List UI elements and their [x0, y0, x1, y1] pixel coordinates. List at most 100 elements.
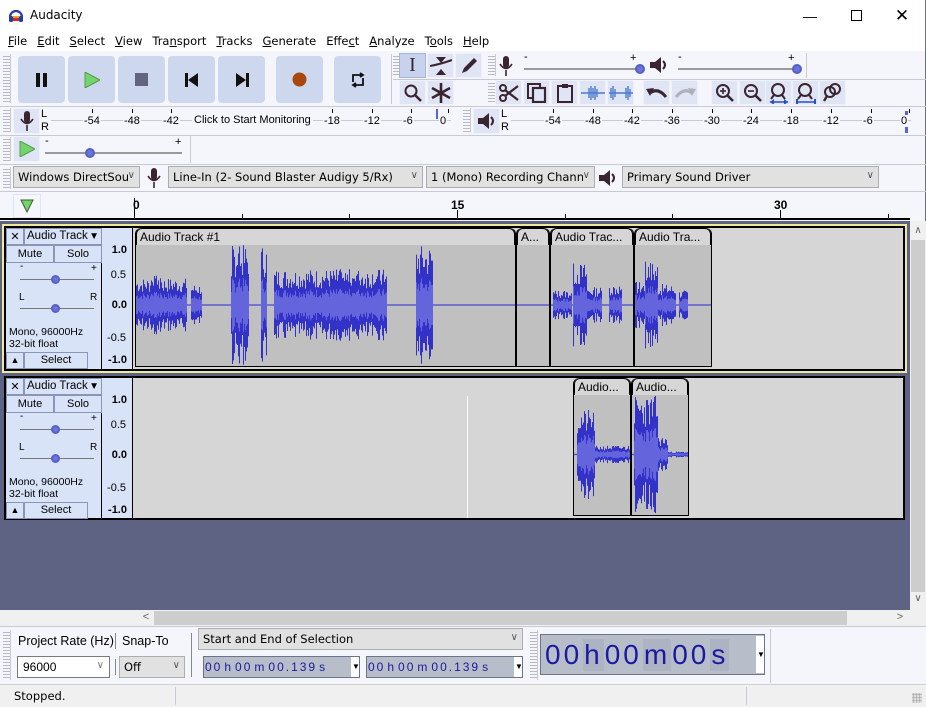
scroll-up-arrow[interactable]: ∧	[910, 225, 926, 239]
stop-button[interactable]	[118, 56, 165, 103]
slider-thumb[interactable]	[792, 64, 802, 74]
pause-button[interactable]	[18, 56, 65, 103]
loop-button[interactable]	[334, 56, 381, 103]
slider-thumb[interactable]	[51, 304, 60, 313]
skip-to-end-button[interactable]	[218, 56, 265, 103]
silence-audio-button[interactable]	[607, 80, 634, 105]
play-button[interactable]	[68, 56, 115, 103]
zoom-tool-button[interactable]	[399, 80, 426, 105]
menu-help[interactable]: Help	[458, 34, 494, 48]
mute-button[interactable]: Mute	[6, 245, 54, 263]
clip-title-bar[interactable]: Audio Track #1	[136, 228, 515, 245]
mixer-toolbar-grip[interactable]	[488, 54, 496, 76]
trim-audio-button[interactable]	[579, 80, 606, 105]
recording-channels-select[interactable]: 1 (Mono) Recording Chann ∨	[426, 166, 595, 188]
zoom-toggle-button[interactable]	[819, 80, 846, 105]
gain-slider[interactable]: - +	[18, 411, 98, 435]
collapse-track-button[interactable]: ▲	[6, 352, 24, 369]
audio-track[interactable]: ✕ Audio Track ▼ Mute Solo - + L R Mono, 9…	[4, 376, 905, 520]
select-track-button[interactable]: Select	[24, 502, 88, 519]
selection-mode-select[interactable]: Start and End of Selection ∨	[198, 628, 523, 650]
mute-button[interactable]: Mute	[6, 395, 54, 413]
undo-button[interactable]	[643, 80, 670, 105]
device-toolbar-grip[interactable]	[3, 167, 11, 189]
audio-clip[interactable]: Audio...	[631, 378, 689, 516]
slider-thumb[interactable]	[635, 64, 645, 74]
selection-start-time[interactable]: 00 h 00 m 00.139 s ▼	[203, 656, 360, 678]
vertical-scrollbar[interactable]: ∧ ∨	[910, 221, 926, 610]
clip-waveform[interactable]	[136, 245, 515, 365]
clip-title-bar[interactable]: Audio...	[632, 378, 688, 395]
menu-file[interactable]: File	[3, 34, 32, 48]
close-button[interactable]: ✕	[879, 0, 925, 31]
slider-thumb[interactable]	[51, 275, 60, 284]
menu-transport[interactable]: Transport	[147, 34, 211, 48]
menu-select[interactable]: Select	[65, 34, 111, 48]
envelope-tool-button[interactable]	[427, 53, 454, 78]
zoom-out-button[interactable]	[739, 80, 766, 105]
pan-slider[interactable]: L R	[18, 292, 98, 314]
transport-toolbar-grip[interactable]	[3, 54, 11, 103]
clip-title-bar[interactable]: Audio Tra...	[635, 228, 711, 245]
clip-title-bar[interactable]: Audio...	[574, 378, 630, 395]
draw-tool-button[interactable]	[455, 53, 482, 78]
track-close-button[interactable]: ✕	[6, 228, 24, 245]
paste-button[interactable]	[551, 80, 578, 105]
skip-to-start-button[interactable]	[168, 56, 215, 103]
snap-to-select[interactable]: Off ∨	[119, 656, 185, 678]
horizontal-scrollbar[interactable]: < >	[0, 610, 926, 626]
selection-tool-button[interactable]: I	[399, 53, 426, 78]
project-rate-select[interactable]: 96000 ∨	[17, 656, 110, 678]
record-meter-grip[interactable]	[3, 108, 11, 132]
play-at-speed-grip[interactable]	[3, 137, 11, 161]
audio-clip[interactable]: Audio Tra...	[634, 228, 712, 367]
audio-clip[interactable]: Audio...	[573, 378, 631, 516]
audio-host-select[interactable]: Windows DirectSou ∨	[13, 166, 140, 188]
scroll-left-arrow[interactable]: <	[139, 611, 153, 625]
record-volume-slider[interactable]: - +	[522, 51, 646, 76]
menu-tracks[interactable]: Tracks	[211, 34, 257, 48]
pin-playhead-button[interactable]	[13, 194, 41, 218]
select-track-button[interactable]: Select	[24, 352, 88, 369]
gain-slider[interactable]: - +	[18, 261, 98, 285]
redo-button[interactable]	[671, 80, 698, 105]
fit-project-button[interactable]	[792, 80, 819, 105]
clip-waveform[interactable]	[517, 245, 549, 365]
selection-end-time[interactable]: 00 h 00 m 00.139 s ▼	[366, 656, 523, 678]
format-dropdown-icon[interactable]: ▼	[756, 636, 765, 673]
maximize-button[interactable]	[833, 0, 879, 31]
menu-analyze[interactable]: Analyze	[364, 34, 419, 48]
menu-effect[interactable]: Effect	[321, 34, 364, 48]
recording-device-select[interactable]: Line-In (2- Sound Blaster Audigy 5/Rx) ∨	[168, 166, 423, 188]
playback-meter-grip[interactable]	[463, 108, 471, 132]
start-monitoring-prompt[interactable]: Click to Start Monitoring	[192, 114, 313, 126]
format-dropdown-icon[interactable]: ▼	[351, 657, 360, 677]
fit-selection-button[interactable]	[765, 80, 792, 105]
menu-generate[interactable]: Generate	[257, 34, 321, 48]
resize-grip-icon[interactable]	[912, 693, 922, 703]
cut-button[interactable]	[495, 80, 522, 105]
record-button[interactable]	[276, 56, 323, 103]
solo-button[interactable]: Solo	[54, 395, 102, 413]
zoom-in-button[interactable]	[711, 80, 738, 105]
vertical-scroll-thumb[interactable]	[911, 240, 925, 592]
audio-position-display[interactable]: 00 h 00 m 00 s ▼	[540, 634, 765, 675]
play-at-speed-button[interactable]	[13, 136, 40, 162]
track-menu-button[interactable]: Audio Track ▼	[24, 228, 102, 245]
menu-tools[interactable]: Tools	[420, 34, 458, 48]
multi-tool-button[interactable]	[427, 80, 454, 105]
minimize-button[interactable]: —	[787, 0, 833, 31]
clip-waveform[interactable]	[551, 245, 633, 365]
playback-device-select[interactable]: Primary Sound Driver ∨	[622, 166, 879, 188]
slider-thumb[interactable]	[51, 425, 60, 434]
record-meter-button[interactable]	[13, 108, 40, 134]
scroll-down-arrow[interactable]: ∨	[910, 593, 926, 607]
playback-meter-button[interactable]	[473, 108, 500, 134]
slider-thumb[interactable]	[51, 454, 60, 463]
clip-waveform[interactable]	[632, 395, 688, 514]
clip-title-bar[interactable]: Audio Trac...	[551, 228, 633, 245]
audio-clip[interactable]: Audio Track #1	[135, 228, 516, 367]
track-menu-button[interactable]: Audio Track ▼	[24, 378, 102, 395]
record-meter[interactable]: L R Click to Start Monitoring -54 -48 -42 -…	[40, 107, 456, 135]
track-close-button[interactable]: ✕	[6, 378, 24, 395]
